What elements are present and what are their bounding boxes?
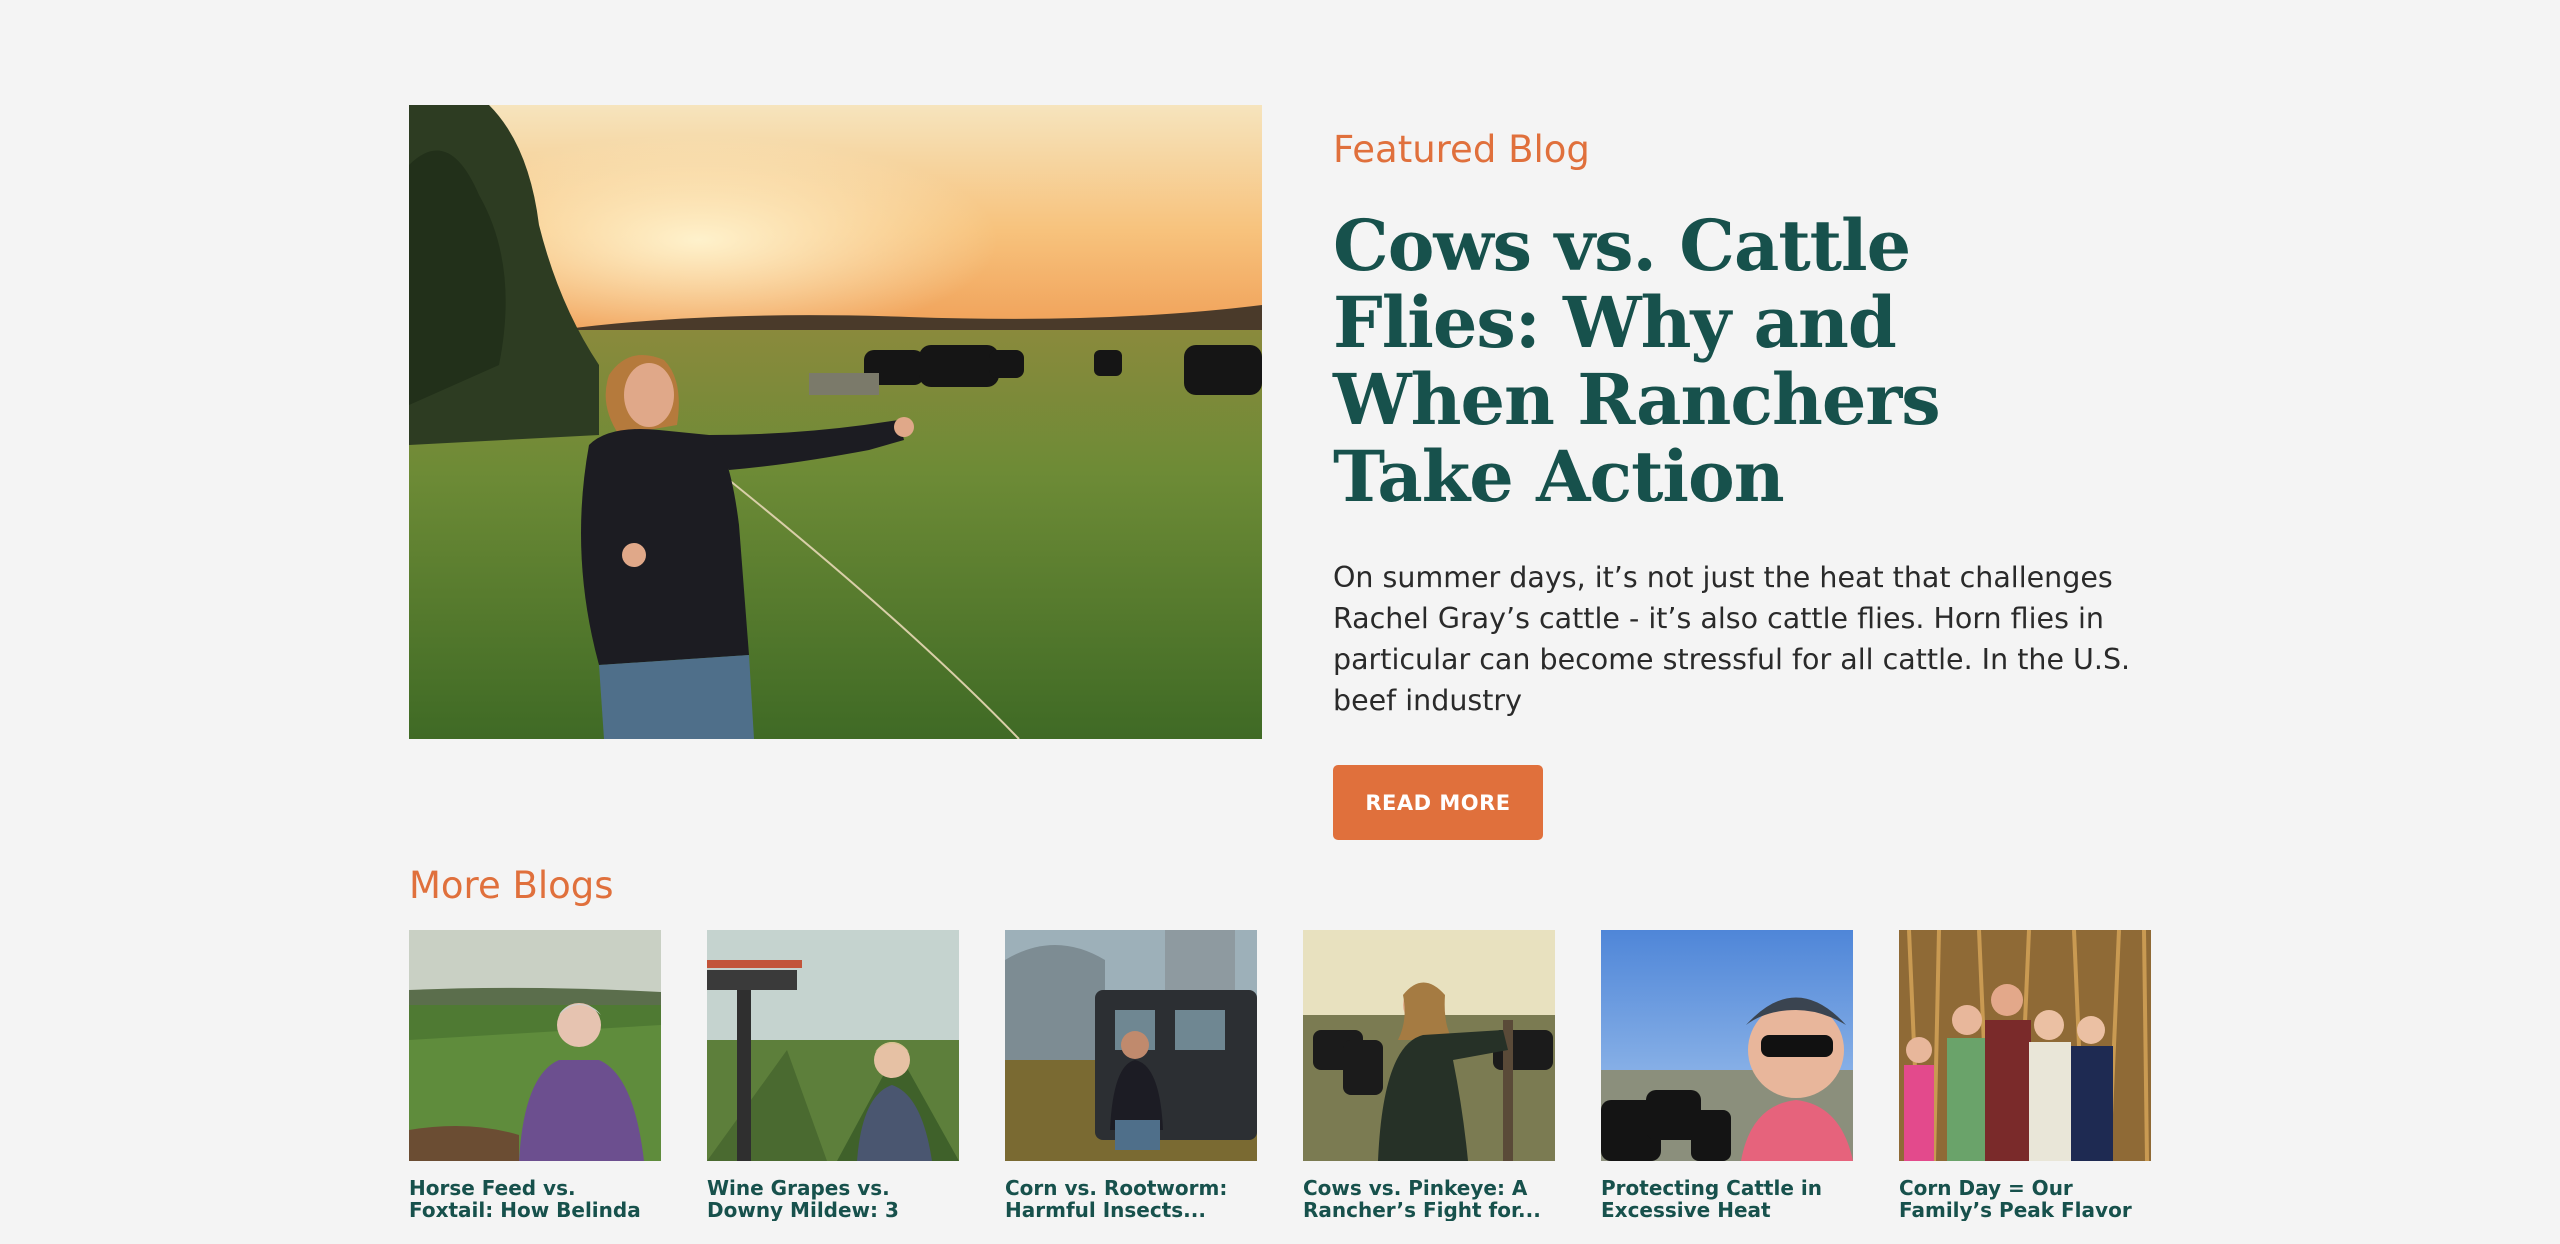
featured-blog-title[interactable]: Cows vs. Cattle Flies: Why and When Ranc… bbox=[1333, 207, 2093, 515]
blog-thumbnail[interactable] bbox=[409, 930, 661, 1161]
blog-thumbnail[interactable] bbox=[1601, 930, 1853, 1161]
blog-title[interactable]: Horse Feed vs. Foxtail: How Belinda Rais… bbox=[409, 1177, 661, 1221]
more-blogs-heading: More Blogs bbox=[409, 864, 614, 907]
blog-title[interactable]: Wine Grapes vs. Downy Mildew: 3 Ways Jen… bbox=[707, 1177, 959, 1221]
blog-card[interactable]: Cows vs. Pinkeye: A Rancher’s Fight for.… bbox=[1303, 930, 1555, 1221]
blog-title[interactable]: Corn Day = Our Family’s Peak Flavor Adve… bbox=[1899, 1177, 2151, 1221]
featured-blog-content: Featured Blog Cows vs. Cattle Flies: Why… bbox=[1333, 120, 2163, 840]
blog-card[interactable]: Protecting Cattle in Excessive Heat bbox=[1601, 930, 1853, 1221]
featured-blog-excerpt: On summer days, it’s not just the heat t… bbox=[1333, 561, 2131, 717]
featured-blog-image[interactable] bbox=[409, 105, 1262, 739]
blog-thumbnail[interactable] bbox=[1005, 930, 1257, 1161]
featured-blog-eyebrow: Featured Blog bbox=[1333, 128, 1590, 171]
blog-thumbnail[interactable] bbox=[1303, 930, 1555, 1161]
blog-title[interactable]: Protecting Cattle in Excessive Heat bbox=[1601, 1177, 1853, 1221]
more-blogs-grid: Horse Feed vs. Foxtail: How Belinda Rais… bbox=[409, 930, 2151, 1221]
blog-title[interactable]: Corn vs. Rootworm: Harmful Insects... bbox=[1005, 1177, 1257, 1221]
blog-thumbnail[interactable] bbox=[1899, 930, 2151, 1161]
blog-thumbnail[interactable] bbox=[707, 930, 959, 1161]
read-more-button[interactable]: READ MORE bbox=[1333, 765, 1543, 840]
blog-card[interactable]: Horse Feed vs. Foxtail: How Belinda Rais… bbox=[409, 930, 661, 1221]
blog-card[interactable]: Wine Grapes vs. Downy Mildew: 3 Ways Jen… bbox=[707, 930, 959, 1221]
blog-title[interactable]: Cows vs. Pinkeye: A Rancher’s Fight for.… bbox=[1303, 1177, 1555, 1221]
blog-card[interactable]: Corn Day = Our Family’s Peak Flavor Adve… bbox=[1899, 930, 2151, 1221]
blog-card[interactable]: Corn vs. Rootworm: Harmful Insects... bbox=[1005, 930, 1257, 1221]
